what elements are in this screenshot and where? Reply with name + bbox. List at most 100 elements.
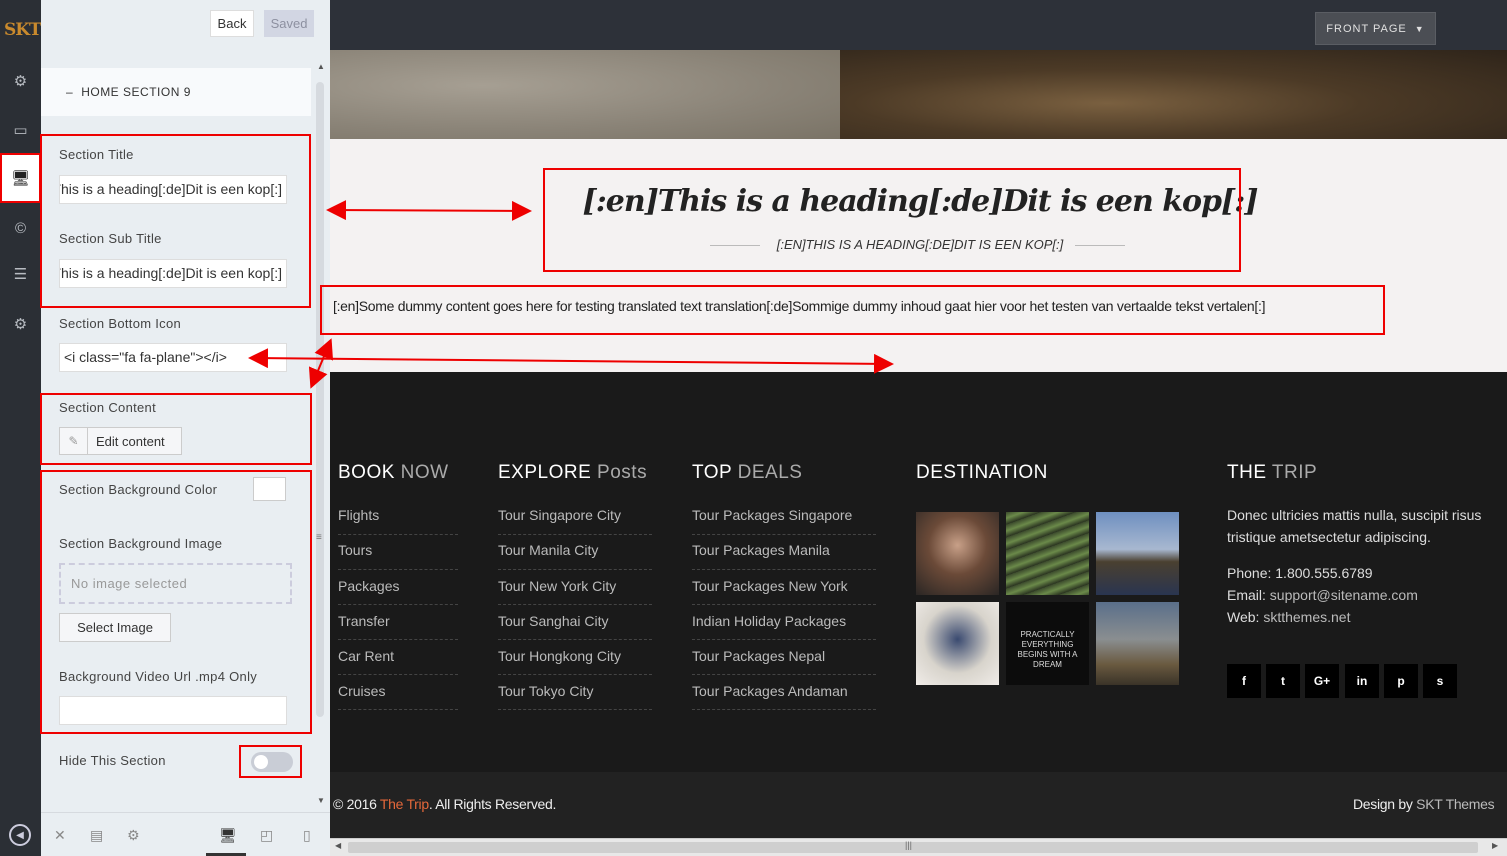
footer-link[interactable]: Tour Singapore City	[498, 507, 621, 523]
pinterest-icon[interactable]: p	[1384, 664, 1418, 698]
footer-separator	[498, 604, 652, 605]
footer-title-destination: DESTINATION	[916, 462, 1048, 483]
footer-title-deals: TOP DEALS	[692, 462, 803, 483]
back-button[interactable]: Back	[210, 10, 254, 37]
footer-link[interactable]: Tour Packages Manila	[692, 542, 830, 558]
hide-section-toggle[interactable]	[251, 752, 293, 772]
collapse-icon[interactable]: ◀	[9, 824, 31, 846]
footer-link[interactable]: Packages	[338, 578, 399, 594]
footer-separator	[338, 674, 458, 675]
destination-thumb[interactable]: PRACTICALLY EVERYTHING BEGINS WITH A DRE…	[1006, 602, 1089, 685]
list-icon[interactable]: ☰	[0, 254, 41, 294]
hero-image-right	[840, 50, 1507, 139]
trip-description-1: Donec ultricies mattis nulla, suscipit r…	[1227, 507, 1482, 523]
footer-title-explore: EXPLORE Posts	[498, 462, 648, 483]
mobile-icon[interactable]: ▯	[303, 827, 311, 844]
footer-separator	[692, 534, 876, 535]
destination-thumb[interactable]	[916, 512, 999, 595]
footer-separator	[498, 534, 652, 535]
trip-phone: Phone: 1.800.555.6789	[1227, 565, 1373, 581]
twitter-icon[interactable]: t	[1266, 664, 1300, 698]
bg-color-swatch[interactable]	[253, 477, 286, 501]
hero-image-left	[330, 50, 840, 139]
scroll-right-icon[interactable]: ▶	[1492, 841, 1498, 850]
card-icon[interactable]: ▭	[0, 110, 41, 150]
gear-icon[interactable]: ⚙	[0, 61, 41, 101]
horizontal-scrollbar[interactable]: ◀ ||| ▶	[330, 838, 1507, 856]
footer-separator	[692, 569, 876, 570]
footer-link[interactable]: Cruises	[338, 683, 385, 699]
footer-separator	[692, 604, 876, 605]
panel-scrollbar[interactable]	[316, 82, 324, 717]
destination-thumb[interactable]	[1096, 512, 1179, 595]
design-credit: Design by SKT Themes	[1353, 796, 1495, 812]
footer-link[interactable]: Tour Hongkong City	[498, 648, 621, 664]
section-subtitle-input[interactable]: [:en]This is a heading[:de]Dit is een ko…	[59, 259, 287, 288]
footer-link[interactable]: Tour Sanghai City	[498, 613, 609, 629]
customizer-panel: Back Saved – HOME SECTION 9 ▲ ▼ ≡ Sectio…	[41, 0, 330, 856]
facebook-icon[interactable]: f	[1227, 664, 1261, 698]
section-heading-text: [:en]This is a heading[:de]Dit is een ko…	[582, 184, 1259, 219]
footer-link[interactable]: Tour Tokyo City	[498, 683, 593, 699]
footer-separator	[338, 534, 458, 535]
footer-link[interactable]: Tour New York City	[498, 578, 616, 594]
select-image-button[interactable]: Select Image	[59, 613, 171, 642]
scroll-grip-icon: |||	[905, 840, 913, 850]
footer-link[interactable]: Indian Holiday Packages	[692, 613, 846, 629]
footer-link[interactable]: Car Rent	[338, 648, 394, 664]
footer-link[interactable]: Tour Packages Nepal	[692, 648, 825, 664]
content-label: Section Content	[59, 400, 157, 415]
gear-icon[interactable]: ⚙	[0, 304, 41, 344]
book-icon[interactable]: ▤	[90, 827, 103, 844]
skype-icon[interactable]: s	[1423, 664, 1457, 698]
minus-icon: –	[66, 85, 74, 99]
bg-color-label: Section Background Color	[59, 482, 218, 497]
footer-title-trip: THE TRIP	[1227, 462, 1318, 483]
footer-link[interactable]: Transfer	[338, 613, 390, 629]
footer-link[interactable]: Tours	[338, 542, 372, 558]
front-page-button[interactable]: FRONT PAGE ▼	[1315, 12, 1436, 45]
destination-thumb[interactable]	[1096, 602, 1179, 685]
footer-link[interactable]: Tour Manila City	[498, 542, 598, 558]
footer-separator	[338, 639, 458, 640]
section-title-label: Section Title	[59, 147, 134, 162]
chevron-down-icon: ▼	[1414, 23, 1425, 34]
no-image-placeholder: No image selected	[59, 563, 292, 604]
bg-image-label: Section Background Image	[59, 536, 223, 551]
scroll-up-icon[interactable]: ▲	[317, 62, 325, 71]
pencil-icon: ✎	[60, 428, 88, 454]
edit-content-button[interactable]: ✎ Edit content	[59, 427, 182, 455]
destination-thumb[interactable]	[916, 602, 999, 685]
linkedin-icon[interactable]: in	[1345, 664, 1379, 698]
footer-link[interactable]: Tour Packages Andaman	[692, 683, 848, 699]
footer-link[interactable]: Tour Packages New York	[692, 578, 848, 594]
scroll-thumb[interactable]	[348, 842, 1478, 853]
section-content-text: [:en]Some dummy content goes here for te…	[333, 298, 1266, 314]
footer-link[interactable]: Tour Packages Singapore	[692, 507, 852, 523]
footer-link[interactable]: Flights	[338, 507, 379, 523]
copyright-icon[interactable]: ©	[0, 208, 41, 248]
saved-button[interactable]: Saved	[264, 10, 314, 37]
destination-thumb[interactable]	[1006, 512, 1089, 595]
home-section-9	[330, 139, 1507, 372]
preview-topbar: FRONT PAGE ▼	[330, 0, 1507, 50]
section-title-input[interactable]: [:en]This is a heading[:de]Dit is een ko…	[59, 175, 287, 204]
footer-separator	[338, 604, 458, 605]
desktop-icon[interactable]: 🖥	[219, 827, 237, 844]
section-heading[interactable]: – HOME SECTION 9	[41, 68, 311, 116]
section-subtitle-label: Section Sub Title	[59, 231, 162, 246]
scroll-left-icon[interactable]: ◀	[335, 841, 341, 850]
video-url-input[interactable]	[59, 696, 287, 725]
bottom-icon-input[interactable]: <i class="fa fa-plane"></i>	[59, 343, 287, 372]
footer-separator	[692, 709, 876, 710]
scroll-down-icon[interactable]: ▼	[317, 796, 325, 805]
tablet-icon[interactable]: ◰	[260, 827, 273, 844]
section-subheading-text: [:EN]THIS IS A HEADING[:DE]DIT IS EEN KO…	[776, 237, 1064, 252]
gear-icon[interactable]: ⚙	[127, 827, 140, 844]
google-plus-icon[interactable]: G+	[1305, 664, 1339, 698]
monitor-icon[interactable]: 🖥	[0, 153, 41, 203]
divider-right	[1075, 245, 1125, 246]
footer-separator	[692, 639, 876, 640]
footer-separator	[498, 674, 652, 675]
close-icon[interactable]: ✕	[54, 827, 66, 844]
